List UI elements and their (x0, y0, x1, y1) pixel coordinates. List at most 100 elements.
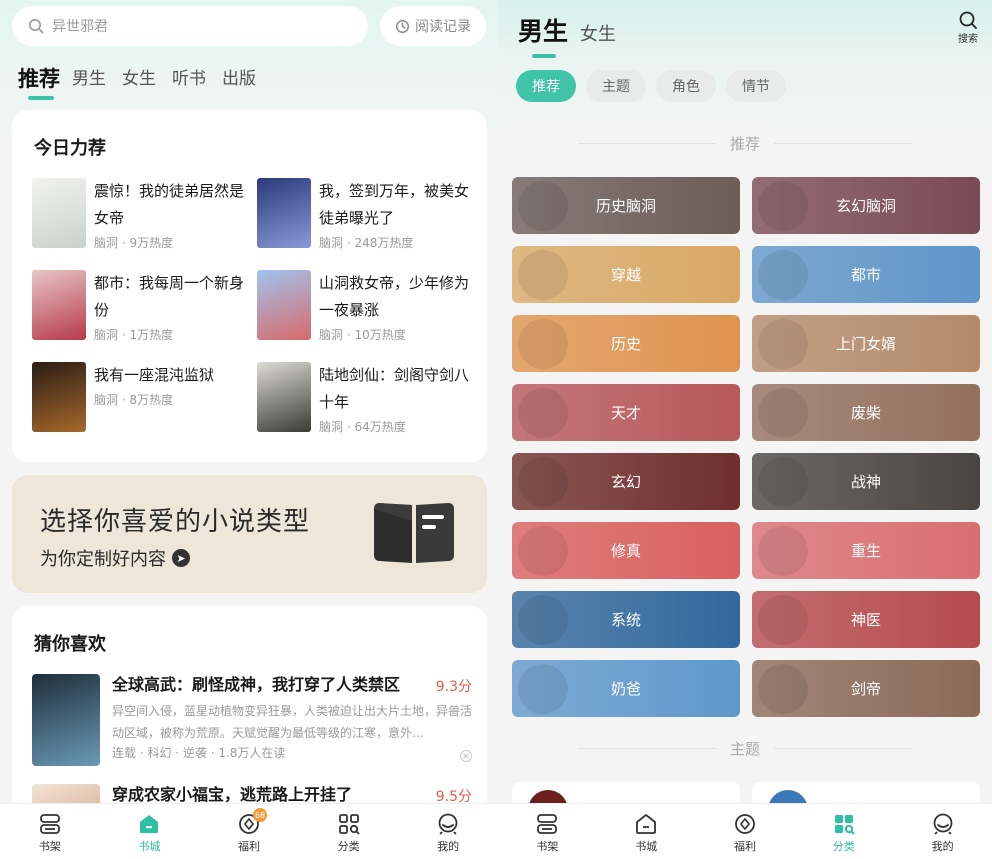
tab-recommend[interactable]: 推荐 (18, 66, 60, 100)
book-cover (257, 178, 311, 248)
bottom-nav: 书架 书城 福利 分类 我的 (498, 803, 992, 859)
genre-tile[interactable]: 修真 (512, 522, 740, 579)
genre-label: 穿越 (610, 266, 641, 284)
genre-tile[interactable]: 战神 (752, 453, 980, 510)
book-description: 异空间入侵，蓝星动植物变异狂暴，人类被迫让出大片土地，异兽活动区域，被称为荒原。… (112, 704, 472, 740)
nav-label: 书城 (635, 840, 658, 853)
genre-tile[interactable]: 废柴 (752, 384, 980, 441)
dismiss-icon[interactable]: × (460, 750, 472, 762)
banner-subtitle-text: 为你定制好内容 (40, 549, 166, 570)
tab-published[interactable]: 出版 (222, 66, 256, 92)
genre-tile[interactable]: 重生 (752, 522, 980, 579)
book-item[interactable]: 都市：我每周一个新身份 脑洞 · 1万热度 (32, 270, 246, 343)
search-icon (29, 19, 44, 34)
search-input[interactable]: 异世邪君 (12, 6, 368, 46)
tab-male[interactable]: 男生 (518, 12, 568, 58)
genre-label: 上门女婿 (835, 335, 896, 353)
nav-category[interactable]: 分类 (794, 804, 893, 859)
book-item[interactable]: 我有一座混沌监狱 脑洞 · 8万热度 (32, 362, 246, 432)
book-cover (257, 270, 311, 340)
book-item[interactable]: 山洞救女帝，少年修为一夜暴涨 脑洞 · 10万热度 (257, 270, 471, 343)
genre-tile[interactable]: 上门女婿 (752, 315, 980, 372)
genre-label: 剑帝 (850, 680, 881, 698)
tab-female[interactable]: 女生 (122, 66, 156, 92)
banner-subtitle: 为你定制好内容 ➤ (40, 545, 190, 571)
book-meta: 脑洞 · 248万热度 (319, 236, 414, 250)
book-cover (257, 362, 311, 432)
section-divider-theme: 主题 (578, 738, 912, 759)
list-item[interactable]: 全球高武：刷怪成神，我打穿了人类禁区 异空间入侵，蓝星动植物变异狂暴，人类被迫让… (32, 674, 472, 766)
genre-tile[interactable]: 系统 (512, 591, 740, 648)
bookshelf-icon (39, 814, 60, 834)
nav-bookshelf[interactable]: 书架 (498, 804, 597, 859)
guess-you-like-card: 猜你喜欢 全球高武：刷怪成神，我打穿了人类禁区 异空间入侵，蓝星动植物变异狂暴，… (12, 606, 487, 859)
nav-bookstore[interactable]: 书城 (100, 804, 200, 859)
genre-label: 战神 (850, 473, 881, 491)
nav-bookshelf[interactable]: 书架 (0, 804, 100, 859)
nav-profile[interactable]: 我的 (398, 804, 498, 859)
nav-label: 书架 (536, 840, 559, 853)
genre-label: 都市 (850, 266, 881, 284)
genre-tile[interactable]: 历史脑洞 (512, 177, 740, 234)
genre-tile[interactable]: 都市 (752, 246, 980, 303)
today-recommend-card: 今日力荐 震惊！我的徒弟居然是女帝 脑洞 · 9万热度 我，签到万年，被美女徒弟… (12, 110, 487, 462)
reading-history-button[interactable]: 阅读记录 (380, 6, 486, 46)
book-score: 9.3分 (435, 679, 472, 695)
genre-label: 奶爸 (610, 680, 641, 698)
book-item[interactable]: 陆地剑仙：剑阁守剑八十年 脑洞 · 64万热度 (257, 362, 471, 435)
pill-theme[interactable]: 主题 (586, 70, 646, 102)
search-label: 搜索 (958, 34, 978, 45)
genre-label: 天才 (610, 404, 641, 422)
book-title: 震惊！我的徒弟居然是女帝 (94, 182, 245, 227)
book-cover (32, 178, 86, 248)
book-item[interactable]: 震惊！我的徒弟居然是女帝 脑洞 · 9万热度 (32, 178, 246, 251)
genre-select-banner[interactable]: 选择你喜爱的小说类型 为你定制好内容 ➤ (12, 475, 487, 593)
nav-label: 书城 (138, 840, 161, 853)
pill-role[interactable]: 角色 (656, 70, 716, 102)
book-title: 全球高武：刷怪成神，我打穿了人类禁区 (112, 675, 401, 694)
nav-welfare[interactable]: 68 福利 (199, 804, 299, 859)
nav-profile[interactable]: 我的 (893, 804, 992, 859)
tab-male[interactable]: 男生 (72, 66, 106, 92)
genre-tile[interactable]: 玄幻脑洞 (752, 177, 980, 234)
genre-tile[interactable]: 穿越 (512, 246, 740, 303)
tab-female[interactable]: 女生 (580, 20, 616, 46)
book-cover (32, 362, 86, 432)
nav-welfare[interactable]: 福利 (696, 804, 795, 859)
book-meta: 脑洞 · 10万热度 (319, 328, 406, 342)
pill-plot[interactable]: 情节 (726, 70, 786, 102)
genre-label: 系统 (610, 611, 641, 629)
category-icon (338, 814, 360, 835)
nav-bookstore[interactable]: 书城 (597, 804, 696, 859)
nav-label: 分类 (337, 840, 360, 853)
genre-label: 重生 (850, 542, 881, 560)
category-pane: 男生 女生 搜索 推荐 主题 角色 情节 推荐 历史脑洞 玄幻脑洞穿越 都市历史 上门… (498, 0, 992, 859)
bookshelf-icon (537, 814, 558, 834)
genre-tile[interactable]: 历史 (512, 315, 740, 372)
pill-recommend[interactable]: 推荐 (516, 70, 576, 102)
book-meta: 脑洞 · 8万热度 (94, 393, 174, 407)
nav-category[interactable]: 分类 (299, 804, 399, 859)
genre-label: 玄幻脑洞 (835, 197, 896, 215)
today-recommend-title: 今日力荐 (34, 138, 106, 159)
book-cover (32, 270, 86, 340)
open-book-icon (374, 503, 454, 563)
book-cover (32, 674, 100, 766)
genre-tile[interactable]: 天才 (512, 384, 740, 441)
book-title: 都市：我每周一个新身份 (94, 274, 245, 319)
tab-audiobook[interactable]: 听书 (172, 66, 206, 92)
nav-label: 福利 (733, 840, 756, 853)
genre-tile[interactable]: 神医 (752, 591, 980, 648)
book-item[interactable]: 我，签到万年，被美女徒弟曝光了 脑洞 · 248万热度 (257, 178, 471, 251)
section-divider-recommend: 推荐 (578, 133, 912, 154)
arrow-right-icon: ➤ (172, 549, 190, 567)
genre-tile[interactable]: 剑帝 (752, 660, 980, 717)
search-icon (959, 11, 977, 29)
reading-history-label: 阅读记录 (415, 19, 471, 35)
genre-tile[interactable]: 玄幻 (512, 453, 740, 510)
genre-label: 神医 (850, 611, 881, 629)
search-button[interactable]: 搜索 (958, 10, 978, 45)
book-meta: 脑洞 · 9万热度 (94, 236, 174, 250)
book-meta: 脑洞 · 1万热度 (94, 328, 174, 342)
genre-tile[interactable]: 奶爸 (512, 660, 740, 717)
